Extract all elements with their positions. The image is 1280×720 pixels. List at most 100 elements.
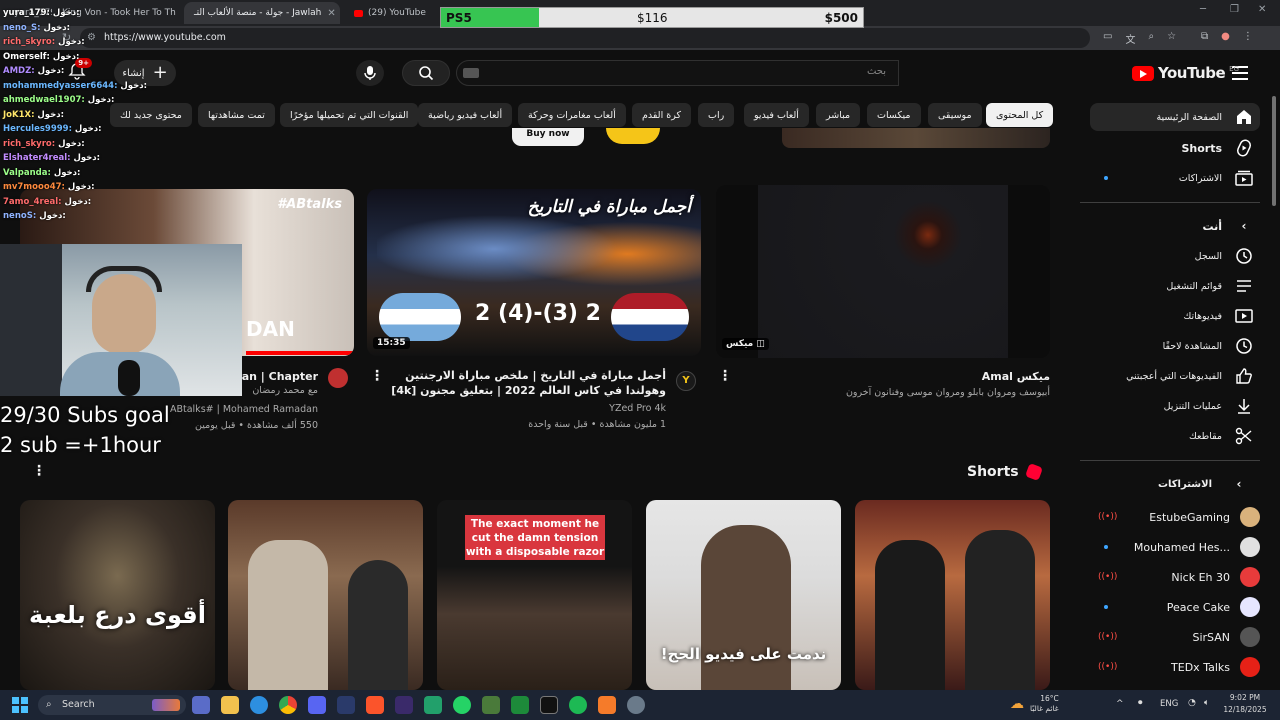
chip-music[interactable]: موسيقى <box>928 103 982 127</box>
zoom-icon[interactable]: ⌕ <box>1148 31 1154 46</box>
address-bar[interactable]: ⚙ https://www.youtube.com <box>80 28 1090 48</box>
app-icon[interactable] <box>424 696 442 714</box>
create-label: إنشاء <box>122 67 145 79</box>
network-icon[interactable]: ◔ <box>1188 698 1196 708</box>
short-thumbnail[interactable] <box>855 500 1050 690</box>
person-image <box>348 560 408 690</box>
maximize-icon[interactable]: ❐ <box>1230 4 1239 15</box>
subscription-item[interactable]: Peace Cake <box>1090 592 1260 622</box>
sidebar-item-shorts[interactable]: Shorts <box>1090 134 1260 162</box>
chip-recently-uploaded[interactable]: القنوات التي تم تحميلها مؤخرًا <box>280 103 419 127</box>
more-options-icon[interactable]: ⋮ <box>32 463 46 479</box>
sidebar-you-header[interactable]: أنت ‹ <box>1090 212 1260 240</box>
chip-all[interactable]: كل المحتوى <box>986 103 1054 127</box>
scrollbar-thumb[interactable] <box>1272 96 1276 206</box>
more-options-icon[interactable]: ⋮ <box>718 368 732 384</box>
translate-icon[interactable]: 文 <box>1125 31 1135 46</box>
menu-dots-icon[interactable]: ⋮ <box>1243 31 1253 46</box>
language-indicator[interactable]: ENG <box>1160 699 1178 709</box>
sidebar-item-playlists[interactable]: قوائم التشغيل <box>1090 272 1260 300</box>
voice-search-button[interactable] <box>356 60 384 86</box>
close-window-icon[interactable]: ✕ <box>1258 4 1266 15</box>
chip-new-to-you[interactable]: محتوى جديد لك <box>110 103 192 127</box>
sidebar-item-liked[interactable]: الفيديوهات التي أعجبتني <box>1090 362 1260 390</box>
youtube-logo[interactable]: YouTube EG <box>1132 64 1239 82</box>
sidebar-item-downloads[interactable]: عمليات التنزيل <box>1090 392 1260 420</box>
bookmark-star-icon[interactable]: ☆ <box>1167 31 1176 46</box>
profile-icon[interactable]: ● <box>1221 31 1230 46</box>
premiere-icon[interactable] <box>395 696 413 714</box>
sidebar-divider <box>1080 460 1260 461</box>
sidebar-subs-header[interactable]: الاشتراكات ‹ <box>1090 470 1260 498</box>
file-explorer-icon[interactable] <box>221 696 239 714</box>
sidebar-item-clips[interactable]: مقاطعك <box>1090 422 1260 450</box>
short-thumbnail[interactable]: أقوى درع بلعبة <box>20 500 215 690</box>
video-thumbnail-match[interactable]: أجمل مباراة في التاريخ 2 (4)-(3) 2 15:35 <box>367 189 701 356</box>
brave-icon[interactable] <box>366 696 384 714</box>
video-channel: ABtalks# | Mohamed Ramadan <box>169 404 318 415</box>
xbox-icon[interactable] <box>482 696 500 714</box>
mic-tray-icon[interactable]: ⏺ <box>1138 698 1143 708</box>
chrome-icon[interactable] <box>279 696 297 714</box>
search-button[interactable] <box>402 60 450 86</box>
discord-icon[interactable] <box>308 696 326 714</box>
sidebar-item-home[interactable]: الصفحة الرئيسية <box>1090 103 1260 131</box>
minimize-icon[interactable]: ─ <box>1200 4 1206 15</box>
extensions-icon[interactable]: ⧉ <box>1201 31 1208 46</box>
subscription-item[interactable]: ((•)) SirSAN <box>1090 622 1260 652</box>
chip-live[interactable]: مباشر <box>816 103 861 127</box>
whatsapp-icon[interactable] <box>453 696 471 714</box>
photoshop-icon[interactable] <box>337 696 355 714</box>
clock[interactable]: 9:02 PM 12/18/2025 <box>1222 692 1268 716</box>
volume-icon[interactable]: 🔈︎ <box>1204 698 1209 708</box>
short-thumbnail[interactable]: The exact moment he cut the damn tension… <box>437 500 632 690</box>
chip-watched[interactable]: تمت مشاهدتها <box>198 103 275 127</box>
channel-avatar[interactable] <box>328 368 348 388</box>
taskbar-search[interactable]: ⌕ Search <box>38 695 186 715</box>
task-view-icon[interactable] <box>192 696 210 714</box>
sidebar-divider <box>1080 202 1260 203</box>
weather-widget[interactable]: ☁ 16°C غائم غالبًا <box>1010 694 1059 714</box>
sidebar-item-watch-later[interactable]: المشاهدة لاحقًا <box>1090 332 1260 360</box>
close-icon[interactable]: ✕ <box>321 8 335 19</box>
close-icon[interactable]: ✕ <box>176 8 180 19</box>
tab-jawlah[interactable]: جولة - منصة الألعاب التـ - Jawlah ✕ <box>184 2 340 24</box>
chevron-up-icon[interactable]: ^ <box>1116 699 1124 709</box>
video-title[interactable]: ميكس Amal <box>716 369 1050 384</box>
more-options-icon[interactable]: ⋮ <box>370 368 384 384</box>
search-input[interactable]: بحث <box>456 60 899 86</box>
subscription-item[interactable]: ((•)) EstubeGaming <box>1090 502 1260 532</box>
subscription-item[interactable]: Mouhamed Hes... <box>1090 532 1260 562</box>
chat-message: دخول: <box>37 66 65 76</box>
subscription-item[interactable]: ((•)) Nick Eh 30 <box>1090 562 1260 592</box>
chip-action-adventure[interactable]: ألعاب مغامرات وحركة <box>518 103 626 127</box>
chip-sports-games[interactable]: ألعاب فيديو رياضية <box>418 103 513 127</box>
edge-icon[interactable] <box>250 696 268 714</box>
channel-avatar[interactable]: Y <box>676 371 696 391</box>
promo-buy-button[interactable]: Buy now <box>512 128 584 146</box>
excel-icon[interactable] <box>511 696 529 714</box>
chip-label: محتوى جديد لك <box>120 109 182 121</box>
settings-icon[interactable] <box>627 696 645 714</box>
chip-mixes[interactable]: ميكسات <box>867 103 921 127</box>
video-title[interactable]: أجمل مباراة في التاريخ | ملخص مباراة الا… <box>390 368 666 398</box>
app-icon[interactable] <box>598 696 616 714</box>
keyboard-icon[interactable] <box>463 68 479 78</box>
chip-football[interactable]: كرة القدم <box>632 103 691 127</box>
chip-rap[interactable]: راب <box>698 103 735 127</box>
windows-start-icon[interactable] <box>12 697 28 713</box>
sidebar-item-subscriptions[interactable]: الاشتراكات <box>1090 164 1260 192</box>
channel-name: EstubeGaming <box>1149 510 1230 524</box>
obs-icon[interactable] <box>540 696 558 714</box>
tab-youtube[interactable]: (29) YouTube <box>344 2 436 24</box>
chat-user: mv7mooo47 <box>3 182 62 192</box>
sidebar-item-your-videos[interactable]: فيديوهاتك <box>1090 302 1260 330</box>
chip-video-games[interactable]: ألعاب فيديو <box>744 103 809 127</box>
short-thumbnail[interactable]: ندمت على فيديو الحج! <box>646 500 841 690</box>
sidebar-item-history[interactable]: السجل <box>1090 242 1260 270</box>
subscription-item[interactable]: ((•)) TEDx Talks <box>1090 652 1260 682</box>
spotify-icon[interactable] <box>569 696 587 714</box>
video-thumbnail-mix[interactable]: ميكس ◫ <box>716 185 1050 358</box>
cast-icon[interactable]: ▭ <box>1103 31 1112 46</box>
short-thumbnail[interactable] <box>228 500 423 690</box>
